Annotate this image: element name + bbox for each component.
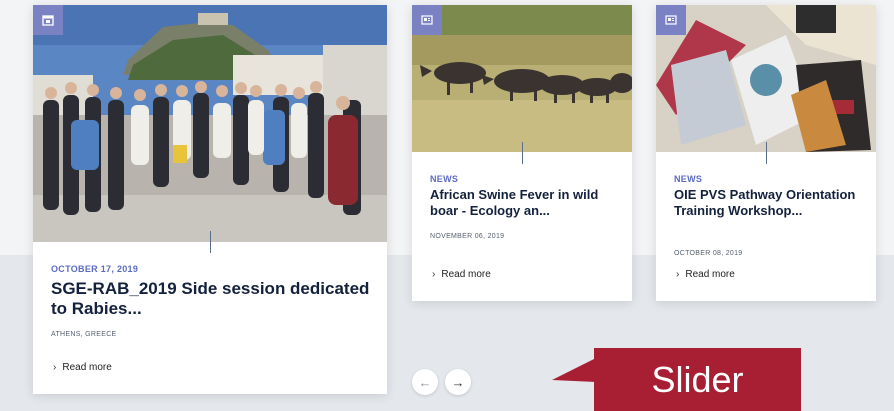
chevron-right-icon: › [53,362,57,373]
news-card[interactable]: NEWS African Swine Fever in wild boar - … [412,5,632,301]
card-title[interactable]: African Swine Fever in wild boar - Ecolo… [430,187,620,218]
read-more-link[interactable]: › Read more [432,269,491,280]
event-date: OCTOBER 17, 2019 [51,264,139,274]
wild-boar-photo [412,5,632,152]
read-more-label: Read more [62,362,112,373]
news-card[interactable]: NEWS OIE PVS Pathway Orientation Trainin… [656,5,876,301]
newspaper-icon [412,5,442,35]
slider-next-button[interactable]: → [445,369,471,395]
read-more-label: Read more [441,269,491,280]
callout-pointer [552,358,596,382]
divider-tick [210,231,211,253]
arrow-right-icon: → [451,374,465,390]
chevron-right-icon: › [676,269,680,280]
event-location: ATHENS, GREECE [51,331,117,338]
card-title[interactable]: SGE-RAB_2019 Side session dedicated to R… [51,279,371,320]
slider-annotation-label: Slider [594,348,801,411]
news-category: NEWS [674,174,703,184]
read-more-label: Read more [685,269,735,280]
group-photo [33,5,387,242]
divider-tick [522,142,523,164]
calendar-icon [33,5,63,35]
newspaper-icon [656,5,686,35]
news-category: NEWS [430,174,459,184]
arrow-left-icon: ← [418,374,432,390]
divider-tick [766,142,767,164]
chevron-right-icon: › [432,269,436,280]
brochures-photo [656,5,876,152]
news-date: OCTOBER 08, 2019 [674,250,743,257]
slider-prev-button[interactable]: ← [412,369,438,395]
read-more-link[interactable]: › Read more [53,362,112,373]
read-more-link[interactable]: › Read more [676,269,735,280]
news-date: NOVEMBER 06, 2019 [430,233,505,240]
event-card[interactable]: OCTOBER 17, 2019 SGE-RAB_2019 Side sessi… [33,5,387,394]
card-title[interactable]: OIE PVS Pathway Orientation Training Wor… [674,187,864,218]
